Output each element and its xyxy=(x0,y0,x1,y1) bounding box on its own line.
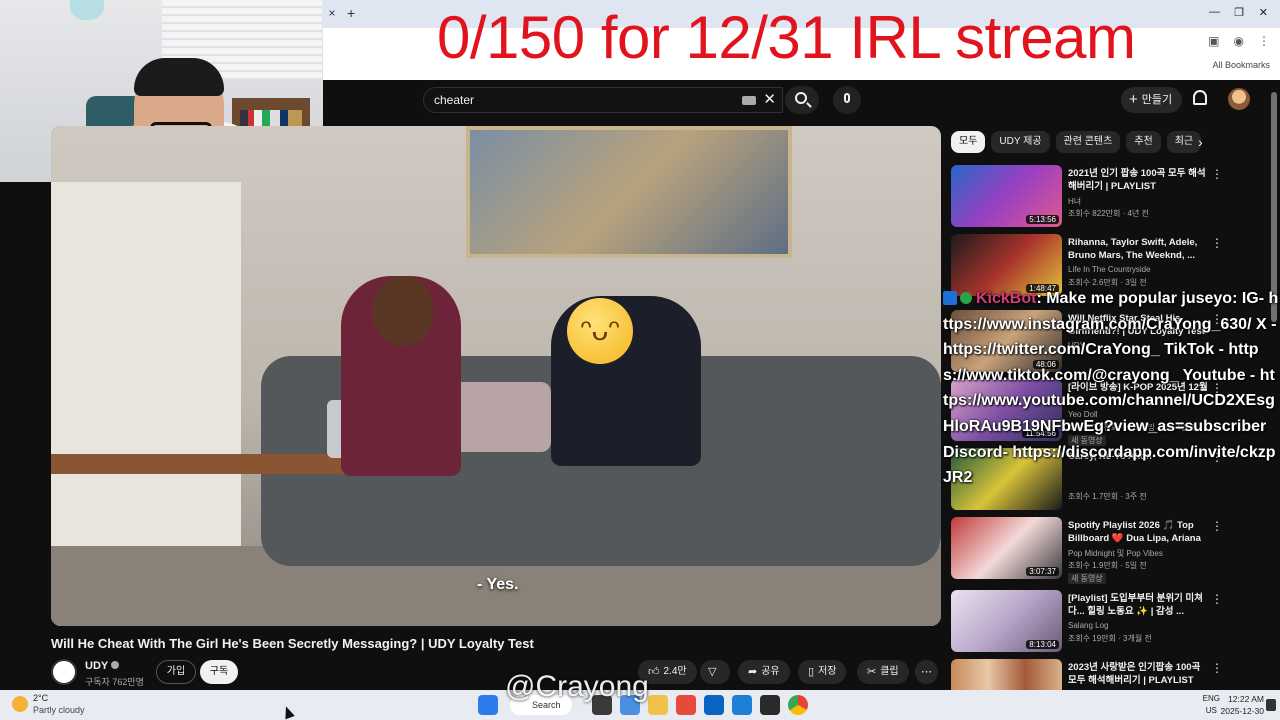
thumbs-down-icon: ▽ xyxy=(708,666,717,678)
more-icon[interactable]: ⋮ xyxy=(1211,519,1223,533)
chrome-icon[interactable] xyxy=(788,695,808,715)
maximize-icon[interactable]: ❐ xyxy=(1234,6,1244,19)
more-icon[interactable]: ⋮ xyxy=(1211,661,1223,675)
keyboard-icon[interactable] xyxy=(742,96,756,105)
chat-username: KickBot xyxy=(976,290,1037,307)
bookmark-icon: ▯ xyxy=(808,666,815,678)
save-button[interactable]: ▯ 저장 xyxy=(798,660,847,684)
more-icon[interactable]: ⋮ xyxy=(1211,167,1223,181)
thumbs-up-icon: 👍︎ xyxy=(648,666,660,678)
video-caption: - Yes. xyxy=(477,576,519,593)
share-icon: ➦ xyxy=(748,666,758,678)
plus-icon: + xyxy=(1129,91,1138,108)
voice-search-button[interactable] xyxy=(833,86,861,114)
thumbnail[interactable]: 5:13:56 xyxy=(951,165,1062,227)
minimize-icon[interactable]: — xyxy=(1209,6,1220,18)
close-window-icon[interactable]: ✕ xyxy=(1259,6,1268,19)
clock[interactable]: 12:22 AM 2025-12-30 xyxy=(1221,693,1264,717)
file-explorer-icon[interactable] xyxy=(648,695,668,715)
clip-button[interactable]: ✂ 클립 xyxy=(857,660,909,684)
chip-recent[interactable]: 최근 xyxy=(1166,131,1202,153)
mic-icon xyxy=(844,93,850,103)
thumbnail[interactable]: 3:07:37 xyxy=(951,517,1062,579)
language-indicator[interactable]: ENG US xyxy=(1203,693,1220,717)
new-tab-button[interactable]: + xyxy=(347,5,355,21)
share-button[interactable]: ➦ 공유 xyxy=(738,660,790,684)
temperature: 2°C xyxy=(33,693,49,703)
notifications-bell-icon[interactable] xyxy=(1193,90,1207,105)
youtube-header: cheater ✕ + 만들기 xyxy=(323,80,1280,124)
office-icon[interactable] xyxy=(676,695,696,715)
video-player[interactable]: ᵔᴗᵔ - Yes. xyxy=(51,126,941,626)
sweat-smile-emoji-icon: ᵔᴗᵔ xyxy=(567,298,633,364)
list-item[interactable]: 8:13:04 [Playlist] 도입부부터 분위기 미쳐다... 힐링 노… xyxy=(951,590,1271,652)
search-query: cheater xyxy=(434,93,475,107)
menu-icon[interactable]: ⋮ xyxy=(1258,34,1270,48)
verified-badge-icon xyxy=(960,292,972,304)
chip-related[interactable]: 관련 콘텐츠 xyxy=(1055,131,1121,153)
list-item[interactable]: 5:13:56 2021년 인기 팝송 100곡 모두 해석해버리기 | PLA… xyxy=(951,165,1271,227)
chip-all[interactable]: 모두 xyxy=(951,131,986,153)
obs-icon[interactable] xyxy=(760,695,780,715)
notification-icon[interactable] xyxy=(1266,699,1276,711)
more-icon[interactable]: ⋮ xyxy=(1211,236,1223,250)
extension-icon[interactable]: ▣ xyxy=(1208,34,1219,48)
clear-search-icon[interactable]: ✕ xyxy=(763,91,776,109)
verified-icon xyxy=(111,661,120,669)
video-title: Will He Cheat With The Girl He's Been Se… xyxy=(51,636,534,651)
search-icon xyxy=(795,92,807,104)
channel-name[interactable]: UDY xyxy=(85,660,120,672)
subscriber-count: 구독자 762만명 xyxy=(85,677,144,687)
start-icon[interactable] xyxy=(478,695,498,715)
chevron-right-icon[interactable]: › xyxy=(1198,134,1203,150)
stream-goal-overlay: 0/150 for 12/31 IRL stream xyxy=(437,4,1136,71)
search-button[interactable] xyxy=(785,86,819,114)
join-button[interactable]: 가입 xyxy=(156,660,196,684)
weather-icon[interactable] xyxy=(12,696,28,712)
coffee-table xyxy=(51,454,351,474)
store-icon[interactable] xyxy=(704,695,724,715)
chip-recommended[interactable]: 추천 xyxy=(1126,131,1161,153)
kick-badge-icon xyxy=(943,291,957,305)
all-bookmarks-link[interactable]: All Bookmarks xyxy=(1212,60,1270,70)
scissors-icon: ✂ xyxy=(867,666,877,678)
profile-icon[interactable]: ◉ xyxy=(1234,34,1244,48)
more-icon[interactable]: ⋮ xyxy=(1211,592,1223,606)
tab-close-icon[interactable]: × xyxy=(325,6,339,20)
filter-chips: 모두 UDY 제공 관련 콘텐츠 추천 최근 xyxy=(951,131,1202,153)
subscribe-button[interactable]: 구독 xyxy=(200,660,238,684)
chat-message: : Make me popular juseyo: IG- https://ww… xyxy=(943,290,1279,487)
browser-toolbar-icons: ▣ ◉ ⋮ xyxy=(1208,34,1270,48)
more-actions-button[interactable]: ⋯ xyxy=(915,660,938,684)
search-input[interactable]: cheater ✕ xyxy=(423,87,783,113)
watermark: @Crayong xyxy=(505,670,649,703)
create-button[interactable]: + 만들기 xyxy=(1121,87,1183,113)
outlook-icon[interactable] xyxy=(732,695,752,715)
painting xyxy=(466,126,792,258)
screen: × + — ❐ ✕ ▣ ◉ ⋮ All Bookmarks cheater ✕ xyxy=(0,0,1280,720)
dislike-button[interactable]: ▽ xyxy=(700,660,730,684)
chip-from-udy[interactable]: UDY 제공 xyxy=(991,131,1050,153)
list-item[interactable]: 3:07:37 Spotify Playlist 2026 🎵 Top Bill… xyxy=(951,517,1271,584)
thumbnail[interactable]: 8:13:04 xyxy=(951,590,1062,652)
channel-avatar[interactable] xyxy=(51,659,77,685)
account-avatar[interactable] xyxy=(1228,88,1250,110)
more-icon: ⋯ xyxy=(921,666,932,678)
chat-overlay: KickBot: Make me popular juseyo: IG- htt… xyxy=(943,286,1280,491)
weather-condition: Partly cloudy xyxy=(33,705,85,715)
